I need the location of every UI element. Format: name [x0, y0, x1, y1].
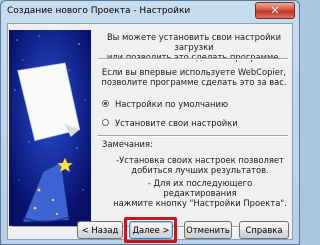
wizard-window: Создание нового Проекта - Настройки ✕ Вы…: [0, 0, 300, 245]
radio-custom-settings[interactable]: [102, 119, 109, 126]
separator-top: [98, 58, 288, 60]
note-2-line-2: нажмите кнопку "Настройки Проекта".: [113, 198, 287, 208]
note-1: -Установка своих настроек позволяет доби…: [112, 155, 288, 175]
first-time-line-1: Если вы впервые используете WebCopier,: [101, 67, 287, 77]
wizard-illustration: [9, 30, 91, 226]
window-title: Создание нового Проекта - Настройки: [7, 6, 191, 16]
intro-line-1: Вы можете установить свои настройки загр…: [106, 32, 282, 52]
first-time-text: Если вы впервые используете WebCopier, п…: [98, 67, 290, 87]
note-2-line-1: - Для их последующего редактирования: [147, 178, 253, 198]
next-button-highlight: [124, 217, 177, 243]
note-2: - Для их последующего редактирования наж…: [112, 178, 288, 208]
separator-middle: [98, 135, 288, 137]
back-button[interactable]: < Назад: [77, 221, 123, 239]
close-button[interactable]: ✕: [255, 2, 295, 19]
radio-custom-label[interactable]: Установите свои настройки: [115, 118, 238, 128]
radio-default-settings[interactable]: [102, 100, 109, 107]
cancel-button[interactable]: Отменить: [184, 221, 232, 239]
title-bar[interactable]: Создание нового Проекта - Настройки ✕: [1, 1, 299, 23]
close-icon: ✕: [270, 4, 280, 17]
radio-default-label[interactable]: Настройки по умолчанию: [115, 99, 228, 109]
help-button[interactable]: Справка: [239, 221, 289, 239]
intro-line-2: или позволить это сделать программе.: [106, 52, 282, 62]
first-time-line-2: позволите программе сделать это за вас.: [101, 77, 287, 87]
notes-label: Замечания:: [102, 139, 153, 149]
note-1-line-2: добиться лучших результатов.: [131, 165, 269, 175]
wizard-side-image: [9, 30, 91, 226]
note-1-line-1: -Установка своих настроек позволяет: [116, 155, 284, 165]
wizard-client-area: Вы можете установить свои настройки загр…: [7, 23, 293, 240]
